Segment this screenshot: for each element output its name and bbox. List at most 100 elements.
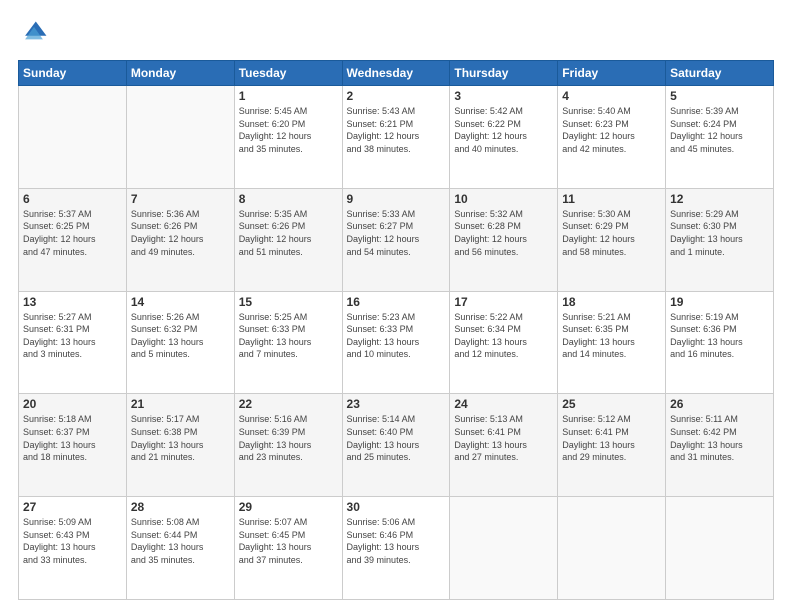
day-number: 16 [347, 295, 446, 309]
calendar-cell: 1 Sunrise: 5:45 AM Sunset: 6:20 PM Daylig… [234, 86, 342, 189]
calendar-cell: 17 Sunrise: 5:22 AM Sunset: 6:34 PM Dayli… [450, 291, 558, 394]
weekday-header-saturday: Saturday [666, 61, 774, 86]
calendar-cell: 9 Sunrise: 5:33 AM Sunset: 6:27 PM Daylig… [342, 188, 450, 291]
calendar-cell: 29 Sunrise: 5:07 AM Sunset: 6:45 PM Dayli… [234, 497, 342, 600]
day-number: 15 [239, 295, 338, 309]
calendar-cell: 19Sunrise: 5:19 AM Sunset: 6:36 PM Dayli… [666, 291, 774, 394]
day-number: 24 [454, 397, 553, 411]
day-number: 2 [347, 89, 446, 103]
day-number: 3 [454, 89, 553, 103]
day-info: Sunrise: 5:18 AM Sunset: 6:37 PM Dayligh… [23, 413, 122, 463]
calendar-cell: 14 Sunrise: 5:26 AM Sunset: 6:32 PM Dayli… [126, 291, 234, 394]
day-info: Sunrise: 5:23 AM Sunset: 6:33 PM Dayligh… [347, 311, 446, 361]
day-info: Sunrise: 5:45 AM Sunset: 6:20 PM Dayligh… [239, 105, 338, 155]
day-info: Sunrise: 5:17 AM Sunset: 6:38 PM Dayligh… [131, 413, 230, 463]
calendar-cell: 18 Sunrise: 5:21 AM Sunset: 6:35 PM Dayli… [558, 291, 666, 394]
day-number: 9 [347, 192, 446, 206]
calendar-week-row: 27 Sunrise: 5:09 AM Sunset: 6:43 PM Dayli… [19, 497, 774, 600]
calendar-cell: 21 Sunrise: 5:17 AM Sunset: 6:38 PM Dayli… [126, 394, 234, 497]
calendar-cell: 27 Sunrise: 5:09 AM Sunset: 6:43 PM Dayli… [19, 497, 127, 600]
calendar-cell [126, 86, 234, 189]
weekday-header-monday: Monday [126, 61, 234, 86]
weekday-header-tuesday: Tuesday [234, 61, 342, 86]
day-number: 28 [131, 500, 230, 514]
day-number: 6 [23, 192, 122, 206]
day-number: 25 [562, 397, 661, 411]
calendar-cell: 26 Sunrise: 5:11 AM Sunset: 6:42 PM Dayli… [666, 394, 774, 497]
calendar-cell: 10 Sunrise: 5:32 AM Sunset: 6:28 PM Dayli… [450, 188, 558, 291]
calendar-cell: 6 Sunrise: 5:37 AM Sunset: 6:25 PM Daylig… [19, 188, 127, 291]
calendar-cell: 3 Sunrise: 5:42 AM Sunset: 6:22 PM Daylig… [450, 86, 558, 189]
day-number: 21 [131, 397, 230, 411]
header [18, 18, 774, 50]
calendar-cell: 23 Sunrise: 5:14 AM Sunset: 6:40 PM Dayli… [342, 394, 450, 497]
calendar-cell [666, 497, 774, 600]
day-info: Sunrise: 5:11 AM Sunset: 6:42 PM Dayligh… [670, 413, 769, 463]
calendar-cell: 12 Sunrise: 5:29 AM Sunset: 6:30 PM Dayli… [666, 188, 774, 291]
day-number: 7 [131, 192, 230, 206]
day-info: Sunrise: 5:09 AM Sunset: 6:43 PM Dayligh… [23, 516, 122, 566]
day-number: 26 [670, 397, 769, 411]
calendar-cell: 7Sunrise: 5:36 AM Sunset: 6:26 PM Daylig… [126, 188, 234, 291]
calendar-cell: 16 Sunrise: 5:23 AM Sunset: 6:33 PM Dayli… [342, 291, 450, 394]
day-number: 14 [131, 295, 230, 309]
day-info: Sunrise: 5:21 AM Sunset: 6:35 PM Dayligh… [562, 311, 661, 361]
day-number: 5 [670, 89, 769, 103]
calendar-cell: 20 Sunrise: 5:18 AM Sunset: 6:37 PM Dayli… [19, 394, 127, 497]
day-info: Sunrise: 5:30 AM Sunset: 6:29 PM Dayligh… [562, 208, 661, 258]
day-number: 27 [23, 500, 122, 514]
day-info: Sunrise: 5:25 AM Sunset: 6:33 PM Dayligh… [239, 311, 338, 361]
day-number: 12 [670, 192, 769, 206]
day-info: Sunrise: 5:07 AM Sunset: 6:45 PM Dayligh… [239, 516, 338, 566]
day-number: 29 [239, 500, 338, 514]
calendar-cell: 4Sunrise: 5:40 AM Sunset: 6:23 PM Daylig… [558, 86, 666, 189]
calendar-cell: 5 Sunrise: 5:39 AM Sunset: 6:24 PM Daylig… [666, 86, 774, 189]
calendar-cell: 30 Sunrise: 5:06 AM Sunset: 6:46 PM Dayli… [342, 497, 450, 600]
day-number: 22 [239, 397, 338, 411]
weekday-header-row: SundayMondayTuesdayWednesdayThursdayFrid… [19, 61, 774, 86]
day-number: 19 [670, 295, 769, 309]
page: SundayMondayTuesdayWednesdayThursdayFrid… [0, 0, 792, 612]
day-info: Sunrise: 5:43 AM Sunset: 6:21 PM Dayligh… [347, 105, 446, 155]
calendar-week-row: 6 Sunrise: 5:37 AM Sunset: 6:25 PM Daylig… [19, 188, 774, 291]
weekday-header-wednesday: Wednesday [342, 61, 450, 86]
day-number: 8 [239, 192, 338, 206]
weekday-header-friday: Friday [558, 61, 666, 86]
day-number: 20 [23, 397, 122, 411]
calendar-cell: 25Sunrise: 5:12 AM Sunset: 6:41 PM Dayli… [558, 394, 666, 497]
day-info: Sunrise: 5:13 AM Sunset: 6:41 PM Dayligh… [454, 413, 553, 463]
weekday-header-sunday: Sunday [19, 61, 127, 86]
day-number: 30 [347, 500, 446, 514]
calendar-cell: 13Sunrise: 5:27 AM Sunset: 6:31 PM Dayli… [19, 291, 127, 394]
day-info: Sunrise: 5:14 AM Sunset: 6:40 PM Dayligh… [347, 413, 446, 463]
calendar-cell: 11 Sunrise: 5:30 AM Sunset: 6:29 PM Dayli… [558, 188, 666, 291]
day-number: 18 [562, 295, 661, 309]
day-number: 10 [454, 192, 553, 206]
calendar-cell: 2 Sunrise: 5:43 AM Sunset: 6:21 PM Daylig… [342, 86, 450, 189]
calendar-cell [450, 497, 558, 600]
day-number: 1 [239, 89, 338, 103]
calendar-cell: 22Sunrise: 5:16 AM Sunset: 6:39 PM Dayli… [234, 394, 342, 497]
day-info: Sunrise: 5:32 AM Sunset: 6:28 PM Dayligh… [454, 208, 553, 258]
calendar-cell [19, 86, 127, 189]
calendar-cell [558, 497, 666, 600]
day-number: 17 [454, 295, 553, 309]
day-info: Sunrise: 5:27 AM Sunset: 6:31 PM Dayligh… [23, 311, 122, 361]
day-info: Sunrise: 5:33 AM Sunset: 6:27 PM Dayligh… [347, 208, 446, 258]
day-info: Sunrise: 5:40 AM Sunset: 6:23 PM Dayligh… [562, 105, 661, 155]
day-info: Sunrise: 5:37 AM Sunset: 6:25 PM Dayligh… [23, 208, 122, 258]
day-info: Sunrise: 5:29 AM Sunset: 6:30 PM Dayligh… [670, 208, 769, 258]
day-number: 11 [562, 192, 661, 206]
day-info: Sunrise: 5:39 AM Sunset: 6:24 PM Dayligh… [670, 105, 769, 155]
calendar-week-row: 13Sunrise: 5:27 AM Sunset: 6:31 PM Dayli… [19, 291, 774, 394]
day-info: Sunrise: 5:06 AM Sunset: 6:46 PM Dayligh… [347, 516, 446, 566]
logo [18, 18, 54, 50]
day-info: Sunrise: 5:42 AM Sunset: 6:22 PM Dayligh… [454, 105, 553, 155]
weekday-header-thursday: Thursday [450, 61, 558, 86]
calendar-cell: 8Sunrise: 5:35 AM Sunset: 6:26 PM Daylig… [234, 188, 342, 291]
day-info: Sunrise: 5:26 AM Sunset: 6:32 PM Dayligh… [131, 311, 230, 361]
day-number: 23 [347, 397, 446, 411]
logo-icon [18, 18, 50, 50]
day-info: Sunrise: 5:22 AM Sunset: 6:34 PM Dayligh… [454, 311, 553, 361]
calendar-cell: 24 Sunrise: 5:13 AM Sunset: 6:41 PM Dayli… [450, 394, 558, 497]
